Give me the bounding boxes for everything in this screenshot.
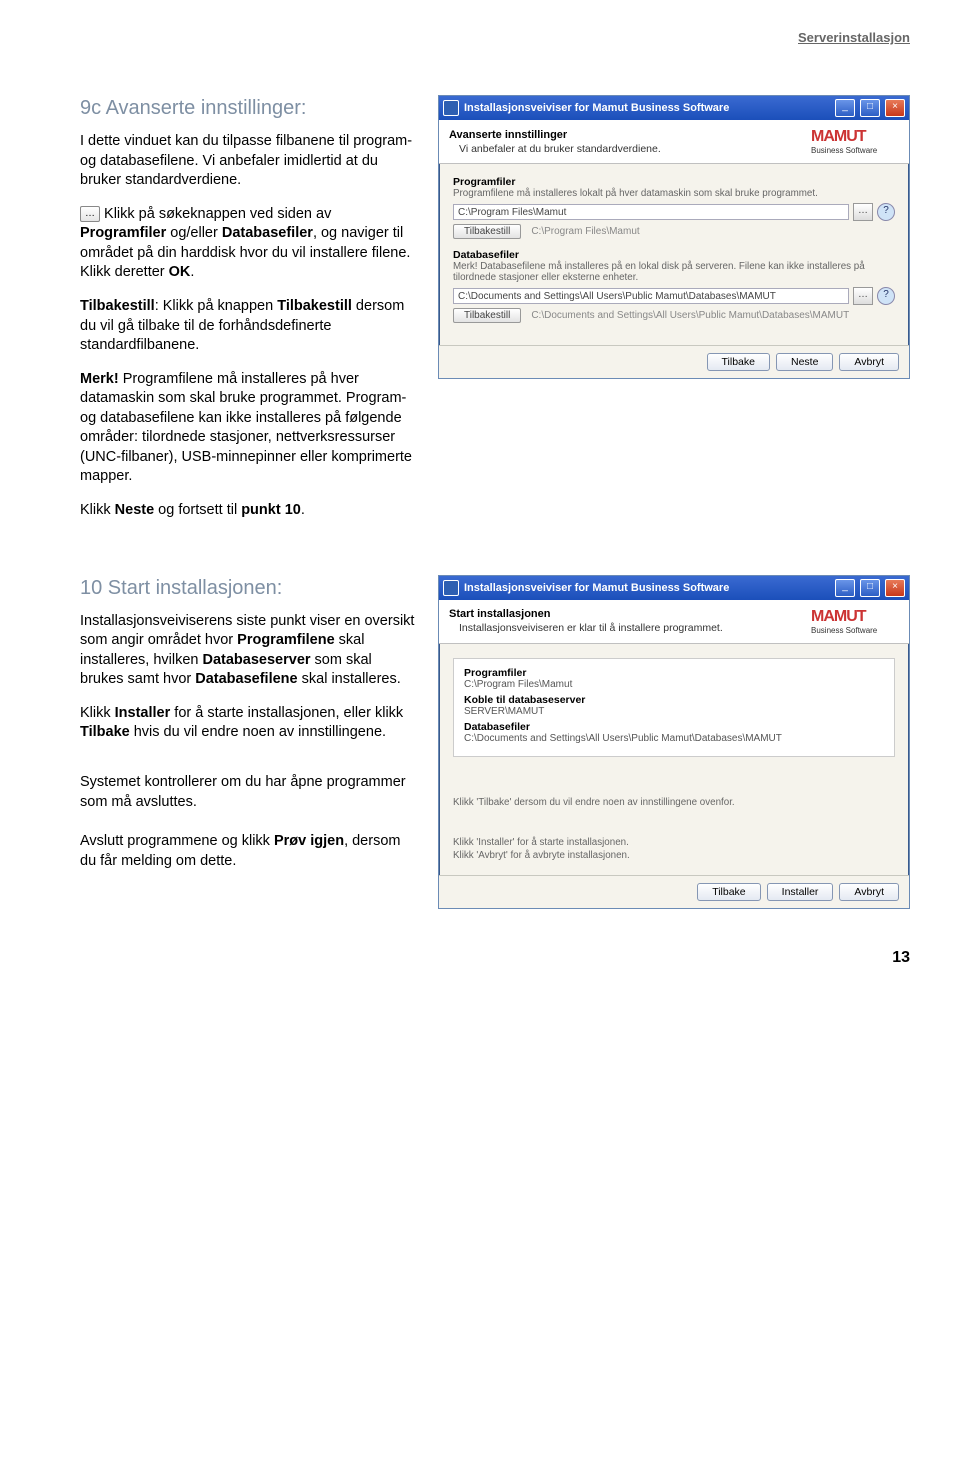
wiz-header-sub: Vi anbefaler at du bruker standardverdie… (449, 143, 801, 155)
summ-prog-v: C:\Program Files\Mamut (464, 679, 884, 690)
minimize-button[interactable]: _ (835, 99, 855, 117)
maximize-button[interactable]: □ (860, 99, 880, 117)
summ-prog-l: Programfiler (464, 667, 884, 679)
logo: MAMUT Business Software (811, 128, 899, 155)
note2: Klikk 'Installer' for å starte installas… (453, 837, 895, 862)
note1: Klikk 'Tilbake' dersom du vil endre noen… (453, 797, 895, 810)
summ-db-l: Databasefiler (464, 721, 884, 733)
step10-p3: Systemet kontrollerer om du har åpne pro… (80, 773, 418, 812)
db-desc: Merk! Databasefilene må installeres på e… (453, 261, 895, 283)
step10-p4: Avslutt programmene og klikk Prøv igjen,… (80, 832, 418, 871)
titlebar: Installasjonsveiviser for Mamut Business… (439, 96, 909, 120)
summ-srv-l: Koble til databaseserver (464, 694, 884, 706)
cancel-button[interactable]: Avbryt (839, 353, 899, 371)
minimize-button[interactable]: _ (835, 579, 855, 597)
summ-srv-v: SERVER\MAMUT (464, 706, 884, 717)
logo-main: MAMUT (811, 608, 866, 625)
prog-desc: Programfilene må installeres lokalt på h… (453, 188, 895, 199)
step-10: 10 Start installasjonen: Installasjonsve… (80, 575, 910, 909)
install-button[interactable]: Installer (767, 883, 834, 901)
wizard-advanced: Installasjonsveiviser for Mamut Business… (438, 95, 910, 379)
step9c-p1: I dette vinduet kan du tilpasse filbanen… (80, 132, 418, 191)
next-button[interactable]: Neste (776, 353, 833, 371)
titlebar: Installasjonsveiviser for Mamut Business… (439, 576, 909, 600)
wizard-header: Start installasjonen Installasjonsveivis… (439, 600, 909, 644)
wizard-header: Avanserte innstillinger Vi anbefaler at … (439, 120, 909, 164)
step9c-p2: … Klikk på søkeknappen ved siden av Prog… (80, 205, 418, 283)
section-header: Serverinstallasjon (80, 30, 910, 45)
prog-label: Programfiler (453, 176, 895, 188)
logo-sub: Business Software (811, 146, 899, 155)
prog-reset-button[interactable]: Tilbakestill (453, 224, 521, 239)
step9c-p4: Merk! Programfilene må installeres på hv… (80, 370, 418, 487)
wizard-start: Installasjonsveiviser for Mamut Business… (438, 575, 910, 909)
db-browse-button[interactable]: … (853, 287, 873, 305)
step9c-title: 9c Avanserte innstillinger: (80, 95, 418, 122)
db-label: Databasefiler (453, 249, 895, 261)
db-reset-path: C:\Documents and Settings\All Users\Publ… (531, 310, 849, 321)
step-9c: 9c Avanserte innstillinger: I dette vind… (80, 95, 910, 535)
logo-main: MAMUT (811, 128, 866, 145)
cancel-button[interactable]: Avbryt (839, 883, 899, 901)
step9c-p5: Klikk Neste og fortsett til punkt 10. (80, 501, 418, 521)
step9c-p3: Tilbakestill: Klikk på knappen Tilbakest… (80, 297, 418, 356)
logo: MAMUT Business Software (811, 608, 899, 635)
wiz-header-sub: Installasjonsveiviseren er klar til å in… (449, 622, 801, 634)
page-number: 13 (80, 949, 910, 967)
back-button[interactable]: Tilbake (707, 353, 770, 371)
logo-sub: Business Software (811, 626, 899, 635)
summ-db-v: C:\Documents and Settings\All Users\Publ… (464, 733, 884, 744)
step10-p1: Installasjonsveiviserens siste punkt vis… (80, 612, 418, 690)
window-title: Installasjonsveiviser for Mamut Business… (464, 102, 830, 114)
wiz-header-title: Start installasjonen (449, 608, 801, 620)
maximize-button[interactable]: □ (860, 579, 880, 597)
close-button[interactable]: × (885, 579, 905, 597)
prog-reset-path: C:\Program Files\Mamut (531, 226, 639, 237)
app-icon (443, 580, 459, 596)
summary-box: Programfiler C:\Program Files\Mamut Kobl… (453, 658, 895, 757)
db-reset-button[interactable]: Tilbakestill (453, 308, 521, 323)
db-path-input[interactable]: C:\Documents and Settings\All Users\Publ… (453, 288, 849, 304)
window-title: Installasjonsveiviser for Mamut Business… (464, 582, 830, 594)
back-button[interactable]: Tilbake (697, 883, 760, 901)
close-button[interactable]: × (885, 99, 905, 117)
app-icon (443, 100, 459, 116)
prog-path-input[interactable]: C:\Program Files\Mamut (453, 204, 849, 220)
prog-help-button[interactable]: ? (877, 203, 895, 221)
wiz-header-title: Avanserte innstillinger (449, 129, 801, 141)
step10-title: 10 Start installasjonen: (80, 575, 418, 602)
prog-browse-button[interactable]: … (853, 203, 873, 221)
db-help-button[interactable]: ? (877, 287, 895, 305)
browse-icon: … (80, 206, 100, 222)
step10-p2: Klikk Installer for å starte installasjo… (80, 704, 418, 743)
